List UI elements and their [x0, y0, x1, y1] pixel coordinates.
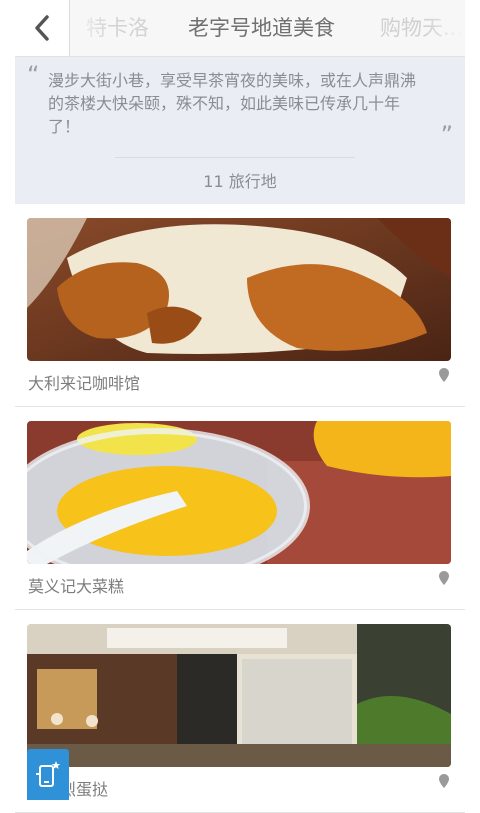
place-card[interactable]: 玛嘉烈蛋挞	[15, 610, 465, 813]
place-photo[interactable]	[27, 624, 451, 767]
location-pin-icon[interactable]	[439, 774, 449, 788]
back-button[interactable]	[15, 0, 70, 56]
place-name: 大利来记咖啡馆	[28, 374, 141, 393]
location-pin-icon[interactable]	[439, 571, 449, 585]
place-card[interactable]: 莫义记大菜糕	[15, 407, 465, 610]
food-photo-pastry	[27, 218, 451, 361]
category-tabs: 特卡洛 老字号地道美食 购物天...	[70, 0, 465, 56]
chevron-left-icon	[35, 15, 49, 41]
top-bar: 特卡洛 老字号地道美食 购物天...	[15, 0, 465, 57]
screen-frame: 特卡洛 老字号地道美食 购物天... “ 漫步大街小巷，享受早茶宵夜的美味，或在…	[15, 0, 465, 813]
intro-panel: “ 漫步大街小巷，享受早茶宵夜的美味，或在人声鼎沸的茶楼大快朵颐，殊不知，如此美…	[15, 57, 465, 204]
close-quote-icon: ”	[440, 121, 453, 149]
place-card[interactable]: 大利来记咖啡馆	[15, 204, 465, 407]
food-photo-jelly	[27, 421, 451, 564]
destination-count: 11 旅行地	[203, 172, 277, 191]
open-quote-icon: “	[27, 61, 40, 89]
tab-active[interactable]: 老字号地道美食	[188, 0, 335, 56]
location-pin-icon[interactable]	[439, 368, 449, 382]
place-photo[interactable]	[27, 421, 451, 564]
tabs-fade-left	[70, 0, 110, 56]
intro-divider	[115, 157, 355, 158]
phone-star-icon	[36, 760, 61, 787]
floating-action-button[interactable]	[27, 749, 69, 800]
place-photo[interactable]	[27, 218, 451, 361]
intro-text: 漫步大街小巷，享受早茶宵夜的美味，或在人声鼎沸的茶楼大快朵颐，殊不知，如此美味已…	[48, 71, 417, 136]
place-list: 大利来记咖啡馆 莫义记大菜糕	[15, 204, 465, 813]
place-name: 莫义记大菜糕	[28, 577, 125, 596]
tabs-fade-right	[425, 0, 465, 56]
cafe-storefront-photo	[27, 624, 451, 767]
